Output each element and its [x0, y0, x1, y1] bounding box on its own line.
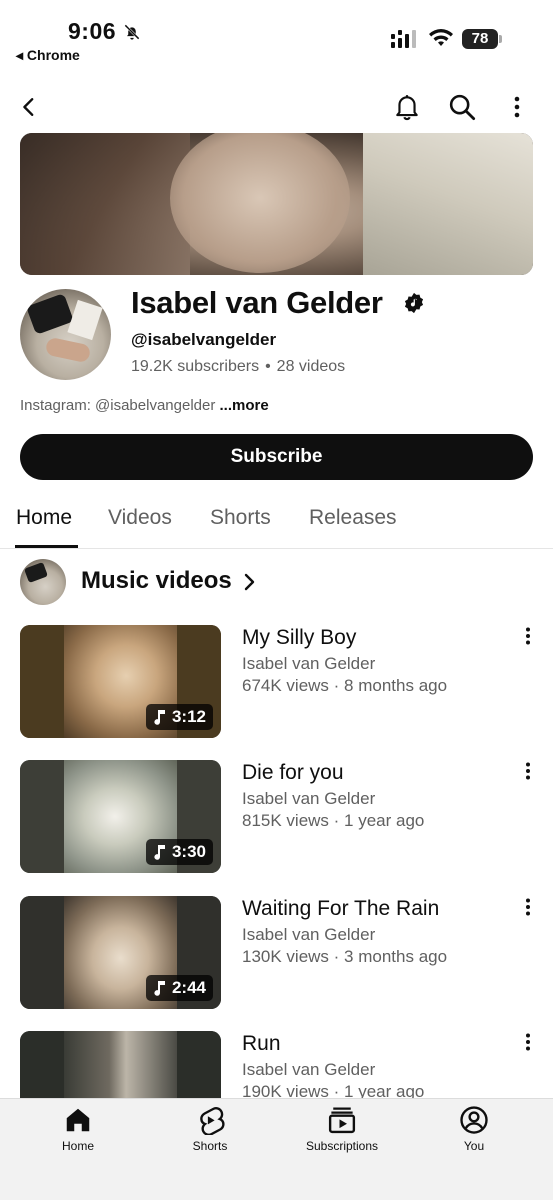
subscriptions-icon: [328, 1107, 356, 1134]
video-thumbnail[interactable]: 2:44: [20, 896, 221, 1009]
chevron-right-icon[interactable]: [242, 572, 258, 592]
search-button[interactable]: [447, 92, 477, 122]
tab-shorts[interactable]: Shorts: [210, 506, 271, 530]
wifi-icon: [429, 29, 453, 46]
channel-top-bar: [0, 84, 553, 128]
more-vertical-icon: [526, 627, 530, 645]
bell-icon: [396, 95, 418, 121]
video-more-button[interactable]: [518, 1033, 538, 1057]
more-vertical-icon: [526, 898, 530, 916]
duration-badge: 2:44: [145, 975, 213, 1001]
channel-description[interactable]: Instagram: @isabelvangelder ...more: [20, 397, 269, 414]
subscribe-button[interactable]: Subscribe: [20, 434, 533, 480]
nav-shorts-label: Shorts: [192, 1139, 228, 1153]
nav-subscriptions-label: Subscriptions: [305, 1139, 379, 1153]
nav-subscriptions[interactable]: Subscriptions: [292, 1105, 392, 1153]
bell-off-icon: [124, 24, 140, 40]
section-title[interactable]: Music videos: [81, 567, 232, 595]
video-count: 28 videos: [276, 358, 346, 375]
status-time: 9:06: [68, 18, 117, 44]
video-channel: Isabel van Gelder: [242, 925, 376, 944]
user-profile-icon: [460, 1106, 488, 1134]
video-item[interactable]: 2:44 Waiting For The Rain Isabel van Gel…: [0, 896, 553, 1011]
video-duration: 3:30: [171, 842, 206, 861]
active-tab-indicator: [15, 545, 78, 548]
more-vertical-icon: [514, 96, 520, 118]
bottom-navigation: Home Shorts Subscriptions You: [0, 1098, 553, 1200]
video-more-button[interactable]: [518, 898, 538, 922]
section-avatar: [20, 559, 66, 605]
music-note-verified-icon: [404, 292, 424, 314]
video-title[interactable]: Die for you: [242, 761, 344, 785]
channel-stats: 19.2K subscribers • 28 videos: [131, 358, 345, 376]
channel-avatar[interactable]: [20, 289, 111, 380]
description-text: Instagram: @isabelvangelder: [20, 397, 216, 414]
battery-level: 78: [462, 29, 498, 49]
channel-banner: [20, 133, 533, 275]
video-title[interactable]: Waiting For The Rain: [242, 897, 439, 921]
back-arrow-icon: [23, 98, 34, 116]
tab-videos[interactable]: Videos: [108, 506, 172, 530]
stats-separator: •: [265, 358, 271, 375]
notifications-button[interactable]: [392, 92, 422, 122]
cellular-signal-icon: [391, 30, 416, 48]
music-note-icon: [154, 845, 165, 860]
nav-home-label: Home: [61, 1139, 94, 1153]
video-duration: 3:12: [171, 707, 206, 726]
nav-you[interactable]: You: [424, 1105, 524, 1153]
tab-releases[interactable]: Releases: [309, 506, 397, 530]
search-icon: [449, 94, 476, 121]
back-to-app-link[interactable]: ◂ Chrome: [16, 47, 80, 64]
video-duration: 2:44: [171, 978, 206, 997]
channel-handle: @isabelvangelder: [131, 330, 277, 349]
more-vertical-icon: [526, 1033, 530, 1051]
video-meta: 130K views · 3 months ago: [242, 947, 448, 966]
shorts-icon: [200, 1107, 225, 1135]
video-more-button[interactable]: [518, 627, 538, 651]
video-item[interactable]: 3:30 Die for you Isabel van Gelder 815K …: [0, 760, 553, 875]
status-bar: 9:06 ◂ Chrome 78: [0, 0, 553, 70]
nav-shorts[interactable]: Shorts: [160, 1105, 260, 1153]
video-channel: Isabel van Gelder: [242, 1060, 376, 1079]
back-button[interactable]: [14, 92, 44, 122]
video-meta: 674K views · 8 months ago: [242, 676, 448, 695]
video-meta: 815K views · 1 year ago: [242, 811, 425, 830]
more-options-button[interactable]: [502, 92, 532, 122]
more-link[interactable]: ...more: [220, 397, 269, 414]
nav-home[interactable]: Home: [28, 1105, 128, 1153]
video-channel: Isabel van Gelder: [242, 789, 376, 808]
channel-name: Isabel van Gelder: [131, 285, 383, 320]
video-title[interactable]: My Silly Boy: [242, 626, 356, 650]
music-note-icon: [154, 981, 165, 996]
tab-home[interactable]: Home: [16, 506, 72, 530]
duration-badge: 3:30: [145, 839, 213, 865]
subscriber-count: 19.2K subscribers: [131, 358, 260, 375]
video-title[interactable]: Run: [242, 1032, 281, 1056]
more-vertical-icon: [526, 762, 530, 780]
home-icon: [66, 1108, 90, 1132]
battery-indicator: 78: [462, 29, 502, 49]
video-thumbnail[interactable]: 3:12: [20, 625, 221, 738]
video-thumbnail[interactable]: 3:30: [20, 760, 221, 873]
duration-badge: 3:12: [145, 704, 213, 730]
channel-tabs: Home Videos Shorts Releases: [0, 498, 553, 549]
nav-you-label: You: [463, 1139, 485, 1153]
video-more-button[interactable]: [518, 762, 538, 786]
video-channel: Isabel van Gelder: [242, 654, 376, 673]
video-item[interactable]: 3:12 My Silly Boy Isabel van Gelder 674K…: [0, 625, 553, 740]
music-note-icon: [154, 710, 165, 725]
